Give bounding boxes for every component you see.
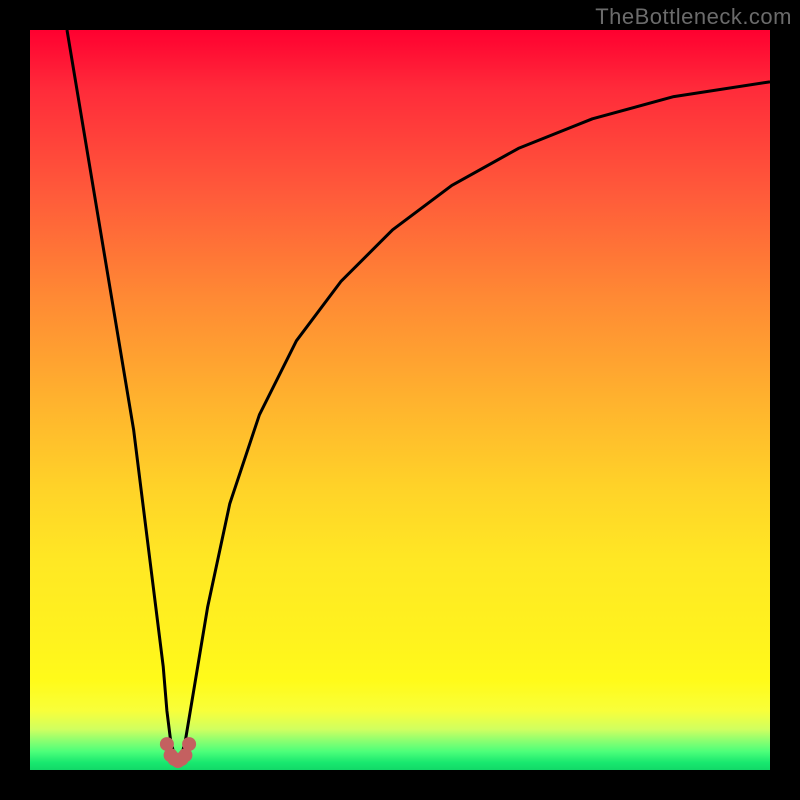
bottleneck-curve (67, 30, 770, 763)
watermark-text: TheBottleneck.com (595, 4, 792, 30)
plot-area (30, 30, 770, 770)
bottleneck-curve-svg (30, 30, 770, 770)
chart-frame: TheBottleneck.com (0, 0, 800, 800)
curve-marker (182, 737, 196, 751)
curve-minimum-markers (160, 737, 196, 768)
